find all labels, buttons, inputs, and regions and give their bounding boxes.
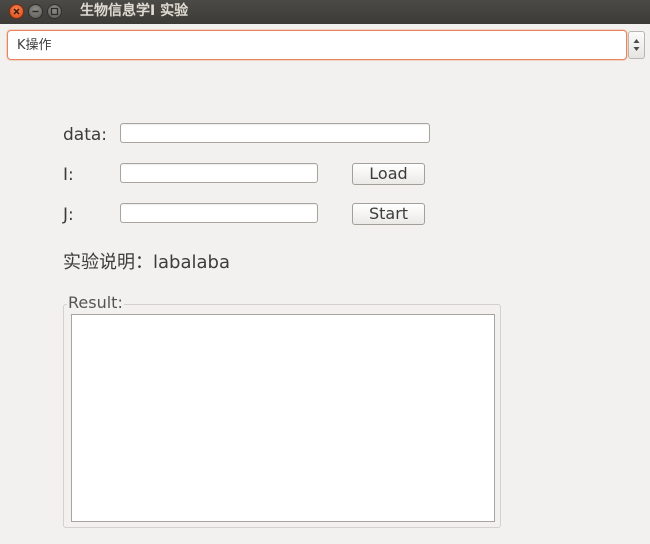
load-button[interactable]: Load (352, 163, 425, 185)
up-down-arrows-icon (633, 39, 640, 51)
app-window: 生物信息学I 实验 K操作 data: I: Load J: Start 实验说… (0, 0, 650, 544)
j-input[interactable] (120, 203, 318, 223)
close-window-button[interactable] (9, 4, 24, 19)
close-icon (13, 8, 20, 15)
j-label: J: (63, 205, 74, 225)
i-input[interactable] (120, 163, 318, 183)
experiment-description: 实验说明：labalaba (63, 252, 230, 273)
result-group-title: Result: (67, 293, 124, 312)
dropdown-arrow-button[interactable] (628, 31, 645, 59)
minimize-icon (32, 10, 39, 13)
title-bar: 生物信息学I 实验 (0, 0, 650, 24)
minimize-window-button[interactable] (28, 4, 43, 19)
mode-dropdown[interactable]: K操作 (7, 30, 627, 60)
result-text-area[interactable] (71, 314, 495, 522)
data-input[interactable] (120, 123, 430, 143)
start-button[interactable]: Start (352, 203, 425, 225)
i-label: I: (63, 165, 74, 185)
data-label: data: (63, 125, 108, 145)
window-title: 生物信息学I 实验 (80, 3, 189, 19)
mode-dropdown-value: K操作 (17, 38, 52, 53)
maximize-window-button[interactable] (47, 4, 62, 19)
maximize-icon (50, 7, 59, 16)
